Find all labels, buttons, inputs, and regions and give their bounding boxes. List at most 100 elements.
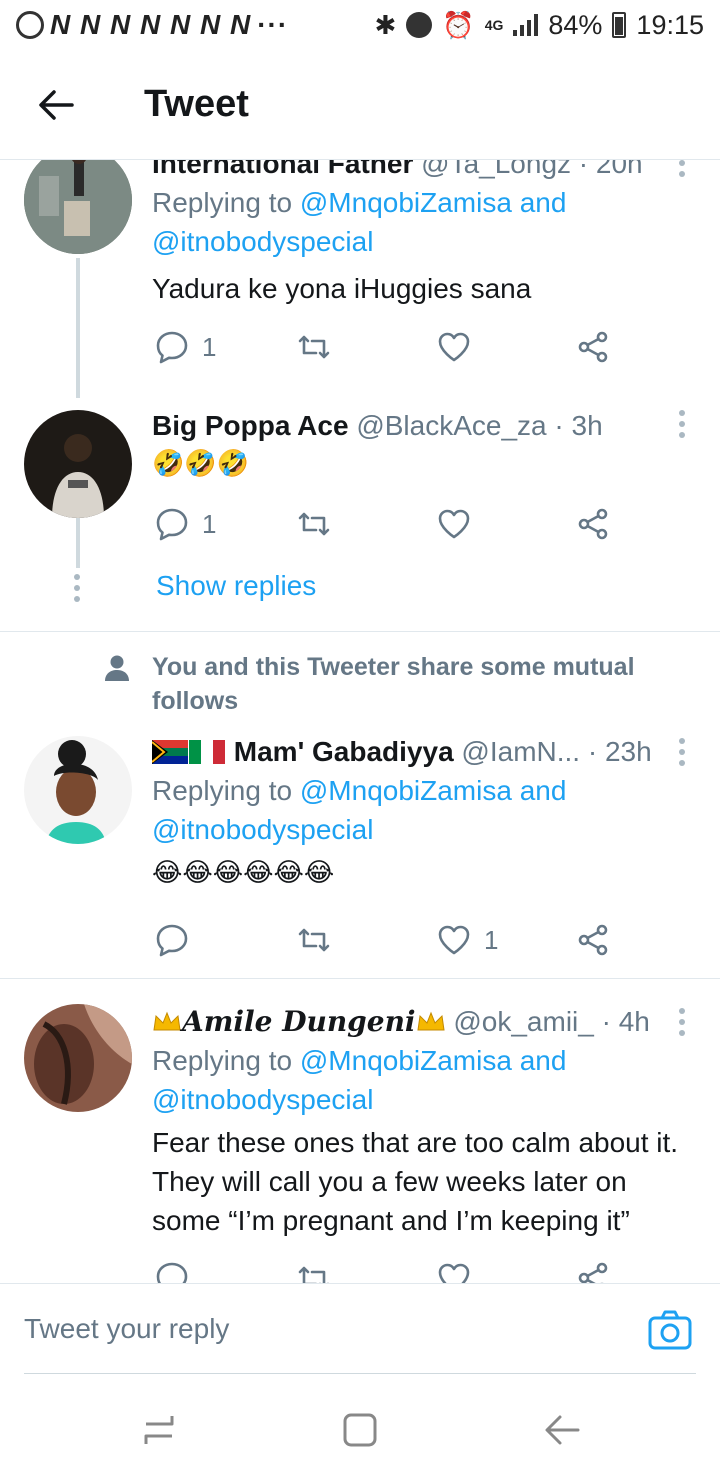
timestamp: · 4h	[601, 1006, 650, 1037]
tweet-actions: 1	[152, 918, 632, 962]
like-button[interactable]	[436, 506, 472, 542]
home-button[interactable]	[340, 1410, 380, 1450]
avatar[interactable]	[24, 410, 132, 518]
tweet-item[interactable]: Amile Dungeni @ok_amii_ · 4h Replying to…	[0, 1002, 720, 1283]
more-options-icon[interactable]	[678, 410, 686, 438]
tweet-item[interactable]: International Father @Ta_Longz · 20h Rep…	[0, 160, 720, 398]
reply-button[interactable]	[154, 1260, 190, 1283]
retweet-button[interactable]	[296, 506, 332, 542]
avatar[interactable]	[24, 160, 132, 254]
reply-button[interactable]: 1	[154, 329, 216, 365]
recent-apps-button[interactable]	[140, 1410, 180, 1450]
reply-input[interactable]: Tweet your reply	[24, 1284, 696, 1374]
battery-percent: 84%	[548, 9, 603, 40]
reply-button[interactable]	[154, 922, 190, 958]
share-icon	[578, 1262, 608, 1283]
network-type: 4G	[484, 17, 504, 33]
retweet-icon	[298, 1266, 329, 1283]
display-name[interactable]: Mam' Gabadiyya	[234, 736, 454, 767]
clock: 19:15	[636, 9, 704, 40]
status-bar: N N N N N N N ··· ✱ ⏰ 4G 84% 19:15	[0, 0, 720, 50]
share-icon	[578, 508, 608, 540]
crown-icon	[153, 1011, 181, 1031]
display-name[interactable]: Big Poppa Ace	[152, 410, 349, 441]
divider	[0, 631, 720, 632]
tweet-emoji: 🤣🤣🤣	[152, 448, 250, 478]
share-icon	[578, 331, 608, 363]
back-button[interactable]	[16, 65, 96, 145]
reply-count: 1	[202, 331, 217, 362]
camera-button[interactable]	[648, 1310, 696, 1354]
heart-icon	[438, 925, 470, 955]
alarm-icon: ⏰	[442, 9, 475, 40]
like-button[interactable]	[436, 1260, 472, 1283]
reply-count: 1	[202, 508, 217, 539]
home-icon	[343, 1413, 377, 1447]
timestamp: · 20h	[578, 160, 643, 179]
page-title: Tweet	[144, 83, 249, 125]
more-options-icon[interactable]	[678, 1008, 686, 1036]
handle[interactable]: @IamN...	[461, 736, 580, 767]
thread-line	[76, 258, 80, 398]
reply-icon	[156, 508, 188, 541]
retweet-button[interactable]	[296, 329, 332, 365]
like-button[interactable]: 1	[436, 922, 498, 958]
share-button[interactable]	[576, 506, 612, 542]
share-button[interactable]	[576, 1260, 612, 1283]
tweet-feed[interactable]: International Father @Ta_Longz · 20h Rep…	[0, 160, 720, 1283]
tweet-actions: 1	[152, 502, 632, 546]
display-name[interactable]: Amile Dungeni	[182, 1005, 416, 1038]
do-not-disturb-icon	[406, 12, 433, 38]
notification-letters: N N N N N N N	[50, 9, 252, 40]
avatar[interactable]	[24, 1004, 132, 1112]
thread-continuation-icon	[74, 574, 80, 602]
tweet-header: Amile Dungeni @ok_amii_ · 4h	[152, 1004, 680, 1040]
more-options-icon[interactable]	[678, 738, 686, 766]
heart-icon	[438, 509, 470, 539]
reply-compose-bar: Tweet your reply	[0, 1283, 720, 1378]
thread-line	[76, 518, 80, 568]
mention-link[interactable]: @itnobodyspecial	[152, 814, 373, 845]
like-button[interactable]	[436, 329, 472, 365]
person-icon	[105, 655, 129, 681]
share-icon	[578, 924, 608, 956]
mention-link[interactable]: @itnobodyspecial	[152, 1084, 373, 1115]
retweet-icon	[298, 335, 330, 359]
divider	[0, 978, 720, 979]
handle[interactable]: @BlackAce_za	[356, 410, 546, 441]
more-options-icon[interactable]	[678, 160, 686, 177]
south-africa-flag-icon	[152, 740, 188, 764]
system-navigation-bar	[0, 1378, 720, 1480]
bluetooth-icon: ✱	[374, 9, 397, 40]
replying-to: Replying to @MnqobiZamisa and @itnobodys…	[152, 775, 567, 845]
social-context: You and this Tweeter share some mutual f…	[152, 653, 635, 715]
mention-link[interactable]: @MnqobiZamisa and	[300, 1045, 567, 1076]
mention-link[interactable]: @MnqobiZamisa and	[300, 775, 567, 806]
tweet-item[interactable]: Big Poppa Ace @BlackAce_za · 3h 🤣🤣🤣 1	[0, 390, 720, 630]
share-button[interactable]	[576, 329, 612, 365]
retweet-icon	[298, 512, 330, 536]
mention-link[interactable]: @MnqobiZamisa and	[300, 187, 567, 218]
tweet-item[interactable]: Mam' Gabadiyya @IamN... · 23h Replying t…	[0, 732, 720, 980]
retweet-button[interactable]	[296, 922, 332, 958]
tweet-actions	[152, 1256, 632, 1283]
share-button[interactable]	[576, 922, 612, 958]
handle[interactable]: @ok_amii_	[453, 1006, 593, 1037]
tweet-header: Mam' Gabadiyya @IamN... · 23h	[152, 734, 680, 770]
display-name[interactable]: International Father	[152, 160, 413, 179]
retweet-button[interactable]	[296, 1260, 332, 1283]
reply-button[interactable]: 1	[154, 506, 216, 542]
avatar[interactable]	[24, 736, 132, 844]
back-nav-button[interactable]	[542, 1410, 582, 1450]
crown-icon	[417, 1011, 445, 1031]
replying-to: Replying to @MnqobiZamisa and @itnobodys…	[152, 1045, 567, 1115]
tweet-header: International Father @Ta_Longz · 20h	[152, 160, 680, 182]
notification-icons: N N N N N N N ···	[16, 9, 288, 41]
reply-placeholder: Tweet your reply	[24, 1312, 230, 1344]
tweet-text: Fear these ones that are too calm about …	[152, 1127, 679, 1236]
heart-icon	[438, 332, 470, 362]
handle[interactable]: @Ta_Longz	[421, 160, 571, 179]
back-nav-icon	[545, 1415, 580, 1445]
mention-link[interactable]: @itnobodyspecial	[152, 226, 373, 257]
show-replies-link[interactable]: Show replies	[156, 570, 316, 602]
